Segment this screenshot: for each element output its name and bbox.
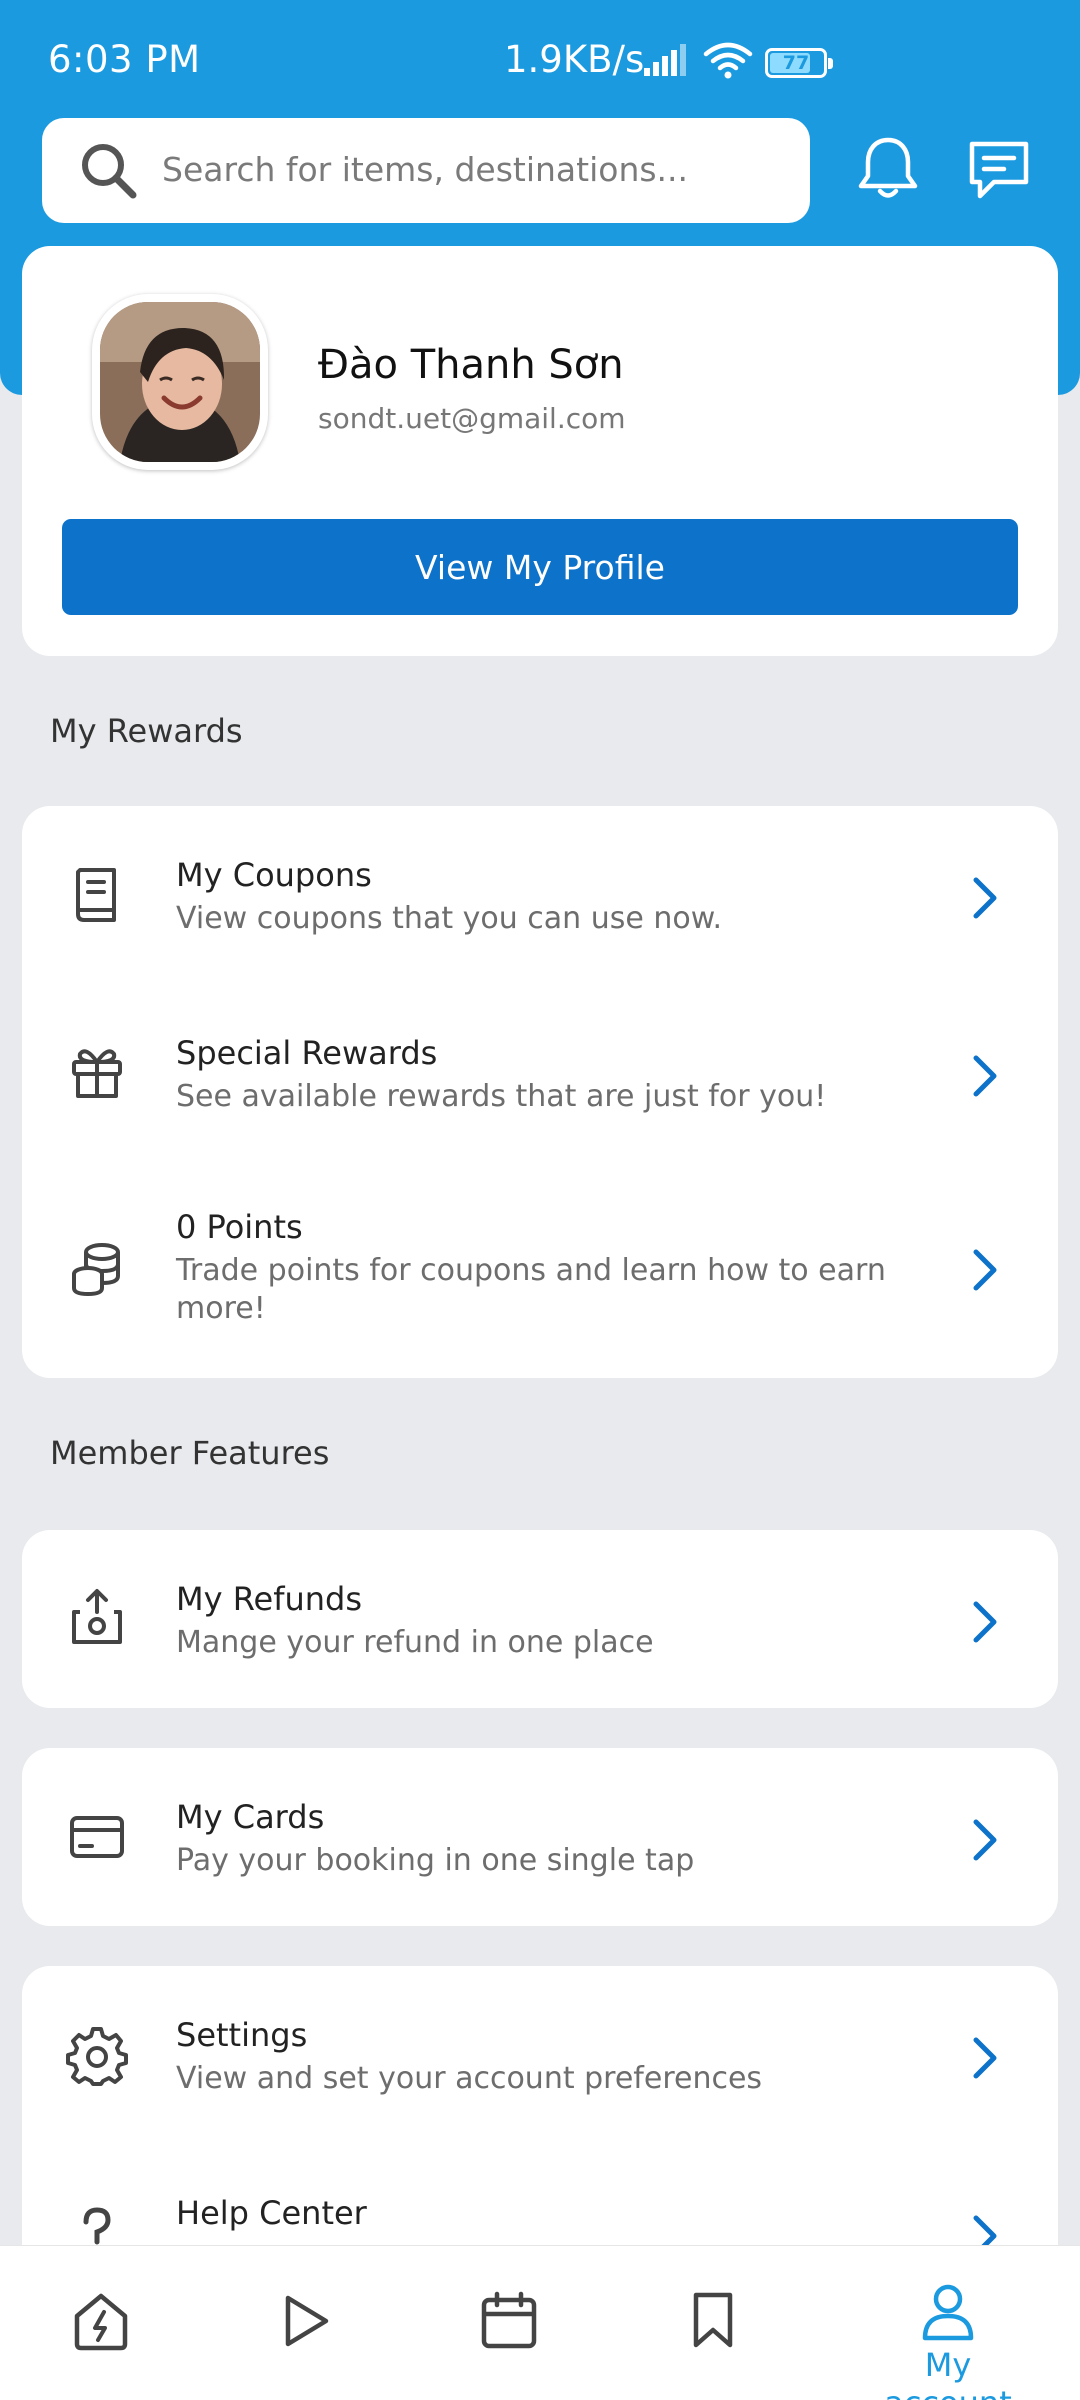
menu-item-subtitle: Pay your booking in one single tap: [176, 1843, 695, 1878]
chevron-right-icon: [968, 1816, 1004, 1864]
menu-item-special-rewards[interactable]: Special Rewards See available rewards th…: [22, 984, 1058, 1162]
nav-label-my-account: My account: [884, 2346, 1011, 2400]
menu-item-title: My Refunds: [176, 1580, 363, 1618]
menu-item-points[interactable]: 0 Points Trade points for coupons and le…: [22, 1162, 1058, 1378]
battery-icon: 77: [765, 48, 833, 78]
gift-icon: [66, 1042, 128, 1104]
menu-item-subtitle: Mange your refund in one place: [176, 1625, 654, 1660]
profile-name: Đào Thanh Sơn: [318, 342, 624, 388]
nav-item-home[interactable]: [16, 2246, 186, 2400]
refunds-card: My Refunds Mange your refund in one plac…: [22, 1530, 1058, 1708]
search-icon: [78, 140, 140, 206]
play-icon: [280, 2292, 332, 2354]
chevron-right-icon: [968, 1246, 1004, 1294]
status-time: 6:03 PM: [48, 38, 201, 81]
nav-item-saved[interactable]: [628, 2246, 798, 2400]
rewards-card: My Coupons View coupons that you can use…: [22, 806, 1058, 1378]
nav-item-calendar[interactable]: [425, 2246, 595, 2400]
menu-item-settings[interactable]: Settings View and set your account prefe…: [22, 1966, 1058, 2144]
nav-item-my-account[interactable]: My account: [862, 2246, 1034, 2400]
menu-item-title: Help Center: [176, 2194, 367, 2232]
bell-icon[interactable]: [855, 134, 921, 206]
chat-icon[interactable]: [966, 138, 1032, 206]
menu-item-my-refunds[interactable]: My Refunds Mange your refund in one plac…: [22, 1530, 1058, 1708]
menu-item-subtitle: View coupons that you can use now.: [176, 901, 723, 936]
menu-item-title: Settings: [176, 2016, 308, 2054]
avatar[interactable]: [92, 294, 268, 470]
menu-item-title: 0 Points: [176, 1208, 303, 1246]
home-icon: [71, 2290, 131, 2356]
search-input[interactable]: Search for items, destinations...: [42, 118, 810, 223]
menu-item-my-cards[interactable]: My Cards Pay your booking in one single …: [22, 1748, 1058, 1926]
coins-icon: [66, 1238, 128, 1300]
search-placeholder: Search for items, destinations...: [162, 150, 689, 189]
refund-icon: [66, 1588, 128, 1650]
signal-icon: [642, 44, 692, 82]
wifi-icon: [703, 42, 753, 84]
nav-item-play[interactable]: [220, 2246, 390, 2400]
menu-item-subtitle: Trade points for coupons and learn how t…: [176, 1253, 886, 1326]
menu-item-title: Special Rewards: [176, 1034, 438, 1072]
chevron-right-icon: [968, 1598, 1004, 1646]
card-icon: [66, 1806, 128, 1868]
menu-item-subtitle: View and set your account preferences: [176, 2061, 763, 2096]
coupon-book-icon: [66, 864, 128, 926]
network-speed: 1.9KB/s: [504, 38, 645, 81]
view-profile-button[interactable]: View My Profile: [62, 519, 1018, 615]
menu-item-my-coupons[interactable]: My Coupons View coupons that you can use…: [22, 806, 1058, 984]
chevron-right-icon: [968, 2034, 1004, 2082]
chevron-right-icon: [968, 1052, 1004, 1100]
profile-email: sondt.uet@gmail.com: [318, 402, 626, 435]
account-icon: [920, 2282, 976, 2346]
calendar-icon: [479, 2290, 539, 2354]
chevron-right-icon: [968, 874, 1004, 922]
profile-card: Đào Thanh Sơn sondt.uet@gmail.com View M…: [22, 246, 1058, 656]
section-label-member-features: Member Features: [50, 1434, 330, 1472]
bookmark-icon: [688, 2290, 738, 2354]
menu-item-title: My Coupons: [176, 856, 372, 894]
status-bar: 6:03 PM 1.9KB/s 77: [0, 0, 1080, 95]
menu-item-subtitle: See available rewards that are just for …: [176, 1079, 827, 1114]
section-label-my-rewards: My Rewards: [50, 712, 243, 750]
battery-percent: 77: [782, 52, 810, 74]
bottom-nav: My account: [0, 2245, 1080, 2400]
cards-card: My Cards Pay your booking in one single …: [22, 1748, 1058, 1926]
gear-icon: [66, 2024, 128, 2086]
menu-item-title: My Cards: [176, 1798, 325, 1836]
